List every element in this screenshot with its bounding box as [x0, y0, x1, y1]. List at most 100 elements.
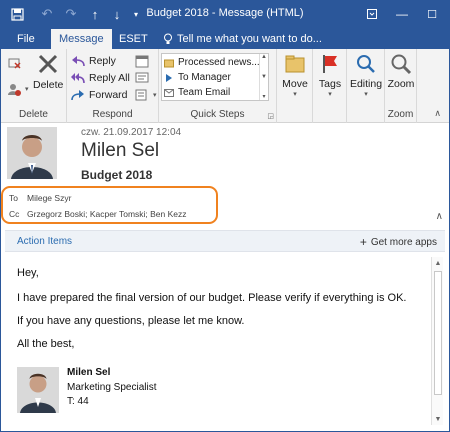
forward-mail-icon	[166, 73, 172, 82]
respond-group-label: Respond	[92, 109, 133, 120]
body-line-2: If you have any questions, please let me…	[17, 315, 245, 327]
undo-icon[interactable]: ↶	[39, 5, 55, 23]
signature-phone: T: 44	[67, 396, 89, 407]
cc-label: Cc	[9, 209, 20, 219]
lightbulb-icon	[164, 33, 172, 44]
save-icon[interactable]	[9, 5, 25, 23]
close-icon[interactable]	[441, 1, 450, 27]
quick-step-processed[interactable]: Processed news...	[162, 55, 260, 70]
action-items-link[interactable]: Action Items	[17, 236, 72, 247]
customize-toolbar-icon[interactable]: ▾	[129, 5, 143, 23]
get-more-apps-label: Get more apps	[370, 236, 437, 248]
signature-name: Milen Sel	[67, 367, 111, 378]
find-icon	[357, 55, 375, 73]
recipients-highlight: To Milege Szyr Cc Grzegorz Boski; Kacper…	[1, 186, 218, 224]
quick-step-to-manager-label: To Manager	[178, 72, 231, 83]
message-window: ↶ ↷ ↑ ↓ ▾ Budget 2018 - Message (HTML) —…	[0, 0, 450, 432]
scroll-up-icon[interactable]: ▲	[432, 257, 444, 269]
sender-name[interactable]: Milen Sel	[81, 140, 159, 162]
dialog-launcher-icon[interactable]: ◲	[267, 112, 274, 120]
editing-group: Editing ▾	[347, 49, 385, 123]
quick-step-processed-label: Processed news...	[178, 57, 260, 68]
tags-label: Tags	[318, 78, 342, 90]
to-label: To	[9, 193, 18, 203]
flag-icon	[323, 55, 337, 73]
collapse-header-icon[interactable]: ∧	[436, 211, 443, 222]
delete-button[interactable]: Delete	[33, 53, 63, 91]
reply-icon	[72, 56, 85, 67]
to-recipients[interactable]: Milege Szyr	[27, 193, 71, 203]
editing-button[interactable]: Editing ▾	[350, 53, 382, 98]
ribbon: ▾ Delete Delete Reply Reply All Forward	[1, 49, 449, 123]
team-email-icon	[164, 88, 174, 97]
quick-step-team-email[interactable]: Team Email	[162, 85, 260, 100]
zoom-button[interactable]: Zoom	[387, 53, 415, 90]
zoom-group: Zoom Zoom	[385, 49, 417, 123]
reply-label: Reply	[89, 55, 116, 67]
ribbon-tabs: File Message ESET Tell me what you want …	[1, 27, 449, 49]
quick-steps-scroll[interactable]: ▲ ▼ ▾	[259, 54, 268, 100]
message-subject: Budget 2018	[81, 168, 153, 182]
collapse-ribbon-icon[interactable]: ∧	[434, 108, 441, 119]
redo-icon[interactable]: ↷	[63, 5, 79, 23]
tab-message[interactable]: Message	[51, 29, 112, 49]
zoom-label: Zoom	[387, 78, 415, 90]
ignore-icon[interactable]	[7, 55, 21, 71]
signature-photo	[17, 367, 59, 413]
delete-group-label: Delete	[19, 109, 48, 120]
forward-label: Forward	[89, 89, 128, 101]
sent-date: czw. 21.09.2017 12:04	[81, 127, 182, 138]
move-folder-icon	[285, 55, 305, 73]
quick-steps-group: Processed news... To Manager Team Email …	[159, 49, 277, 123]
forward-icon	[71, 90, 84, 101]
message-header: czw. 21.09.2017 12:04 Milen Sel Budget 2…	[1, 123, 449, 227]
reply-button[interactable]: Reply	[71, 53, 116, 69]
cc-recipients[interactable]: Grzegorz Boski; Kacper Tomski; Ben Kezz	[27, 209, 187, 219]
move-button[interactable]: Move ▾	[281, 53, 309, 98]
delete-label: Delete	[33, 79, 64, 91]
junk-icon[interactable]: ▾	[7, 81, 29, 97]
meeting-reply-icon[interactable]	[135, 53, 149, 69]
forward-button[interactable]: Forward	[71, 87, 128, 103]
folder-icon	[164, 59, 174, 67]
signature-title: Marketing Specialist	[67, 382, 157, 393]
body-greeting: Hey,	[17, 267, 39, 279]
body-closing: All the best,	[17, 338, 75, 350]
reply-all-label: Reply All	[89, 72, 130, 84]
sender-avatar[interactable]	[7, 127, 57, 179]
body-scrollbar[interactable]: ▲ ▼	[431, 257, 443, 425]
title-bar: ↶ ↷ ↑ ↓ ▾ Budget 2018 - Message (HTML) —…	[1, 1, 449, 27]
editing-label: Editing	[349, 78, 383, 90]
quick-step-team-email-label: Team Email	[178, 87, 231, 98]
body-line-1: I have prepared the final version of our…	[17, 292, 407, 304]
next-item-icon[interactable]: ↓	[109, 5, 125, 23]
delete-group: ▾ Delete Delete	[1, 49, 67, 123]
move-label: Move	[282, 78, 308, 90]
quick-steps-group-label: Quick Steps	[190, 109, 245, 120]
tab-eset[interactable]: ESET	[111, 29, 156, 49]
tags-group: Tags ▾	[313, 49, 347, 123]
quick-step-to-manager[interactable]: To Manager	[162, 70, 260, 85]
plus-icon: +	[359, 235, 367, 249]
move-group: Move ▾	[277, 49, 313, 123]
ribbon-options-icon[interactable]	[357, 1, 387, 27]
previous-item-icon[interactable]: ↑	[87, 5, 103, 23]
reply-all-button[interactable]: Reply All	[71, 70, 130, 86]
delete-x-icon	[39, 54, 58, 74]
im-reply-icon[interactable]	[135, 70, 149, 86]
zoom-group-label: Zoom	[387, 109, 414, 120]
zoom-icon	[391, 54, 412, 75]
get-more-apps-button[interactable]: + Get more apps	[360, 235, 437, 249]
tags-button[interactable]: Tags ▾	[316, 53, 344, 98]
respond-group: Reply Reply All Forward ▾ Respond	[67, 49, 159, 123]
scroll-thumb[interactable]	[434, 271, 442, 395]
tab-file[interactable]: File	[9, 29, 43, 49]
minimize-icon[interactable]: —	[387, 1, 417, 27]
message-body: Hey, I have prepared the final version o…	[5, 255, 433, 427]
reply-all-icon	[71, 73, 85, 84]
more-respond-icon[interactable]: ▾	[135, 87, 157, 103]
tell-me-search[interactable]: Tell me what you want to do...	[163, 29, 322, 49]
tell-me-label: Tell me what you want to do...	[177, 33, 322, 45]
scroll-down-icon[interactable]: ▼	[432, 413, 444, 425]
action-items-bar: Action Items + Get more apps	[5, 230, 445, 252]
